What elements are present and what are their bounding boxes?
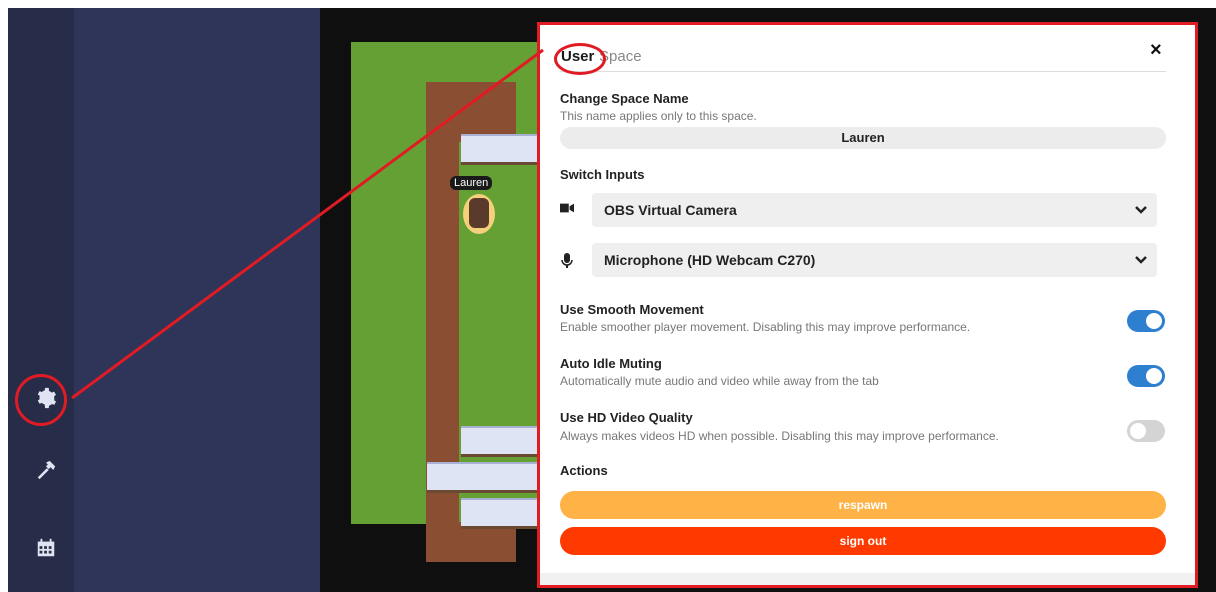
close-icon[interactable]: × bbox=[1150, 39, 1162, 62]
video-camera-icon bbox=[560, 201, 574, 215]
space-name-input[interactable]: Lauren bbox=[560, 127, 1166, 149]
smooth-movement-subtitle: Enable smoother player movement. Disabli… bbox=[560, 320, 971, 334]
smooth-movement-toggle[interactable] bbox=[1127, 310, 1165, 332]
toggle-knob bbox=[1146, 313, 1162, 329]
microphone-icon bbox=[560, 253, 574, 268]
switch-inputs-title: Switch Inputs bbox=[560, 167, 645, 182]
chevron-down-icon bbox=[1135, 193, 1147, 239]
calendar-icon[interactable] bbox=[30, 532, 62, 564]
hd-video-subtitle: Always makes videos HD when possible. Di… bbox=[560, 429, 999, 443]
actions-title: Actions bbox=[560, 463, 608, 478]
horizontal-scrollbar[interactable] bbox=[540, 573, 1195, 585]
annotation-circle-user-tab bbox=[554, 43, 606, 75]
respawn-button[interactable]: respawn bbox=[560, 491, 1166, 519]
camera-select[interactable]: OBS Virtual Camera bbox=[592, 193, 1157, 227]
hammer-icon[interactable] bbox=[30, 454, 62, 486]
change-name-title: Change Space Name bbox=[560, 91, 689, 106]
camera-select-value: OBS Virtual Camera bbox=[604, 202, 737, 218]
auto-idle-toggle[interactable] bbox=[1127, 365, 1165, 387]
hd-video-title: Use HD Video Quality bbox=[560, 410, 693, 425]
chevron-down-icon bbox=[1135, 243, 1147, 289]
hd-video-toggle[interactable] bbox=[1127, 420, 1165, 442]
avatar-name-label: Lauren bbox=[450, 176, 493, 190]
change-name-subtitle: This name applies only to this space. bbox=[560, 109, 757, 123]
toggle-knob bbox=[1146, 368, 1162, 384]
settings-modal: User Space × Change Space Name This name… bbox=[537, 22, 1198, 588]
left-nav-rail bbox=[8, 8, 74, 592]
toggle-knob bbox=[1130, 423, 1146, 439]
smooth-movement-title: Use Smooth Movement bbox=[560, 302, 704, 317]
sign-out-button[interactable]: sign out bbox=[560, 527, 1166, 555]
microphone-select-value: Microphone (HD Webcam C270) bbox=[604, 252, 816, 268]
auto-idle-subtitle: Automatically mute audio and video while… bbox=[560, 374, 879, 388]
microphone-select[interactable]: Microphone (HD Webcam C270) bbox=[592, 243, 1157, 277]
annotation-circle-gear bbox=[15, 374, 67, 426]
side-panel bbox=[74, 8, 320, 592]
avatar-sprite bbox=[469, 198, 489, 228]
settings-tabs: User Space bbox=[554, 43, 1166, 75]
auto-idle-title: Auto Idle Muting bbox=[560, 356, 662, 371]
